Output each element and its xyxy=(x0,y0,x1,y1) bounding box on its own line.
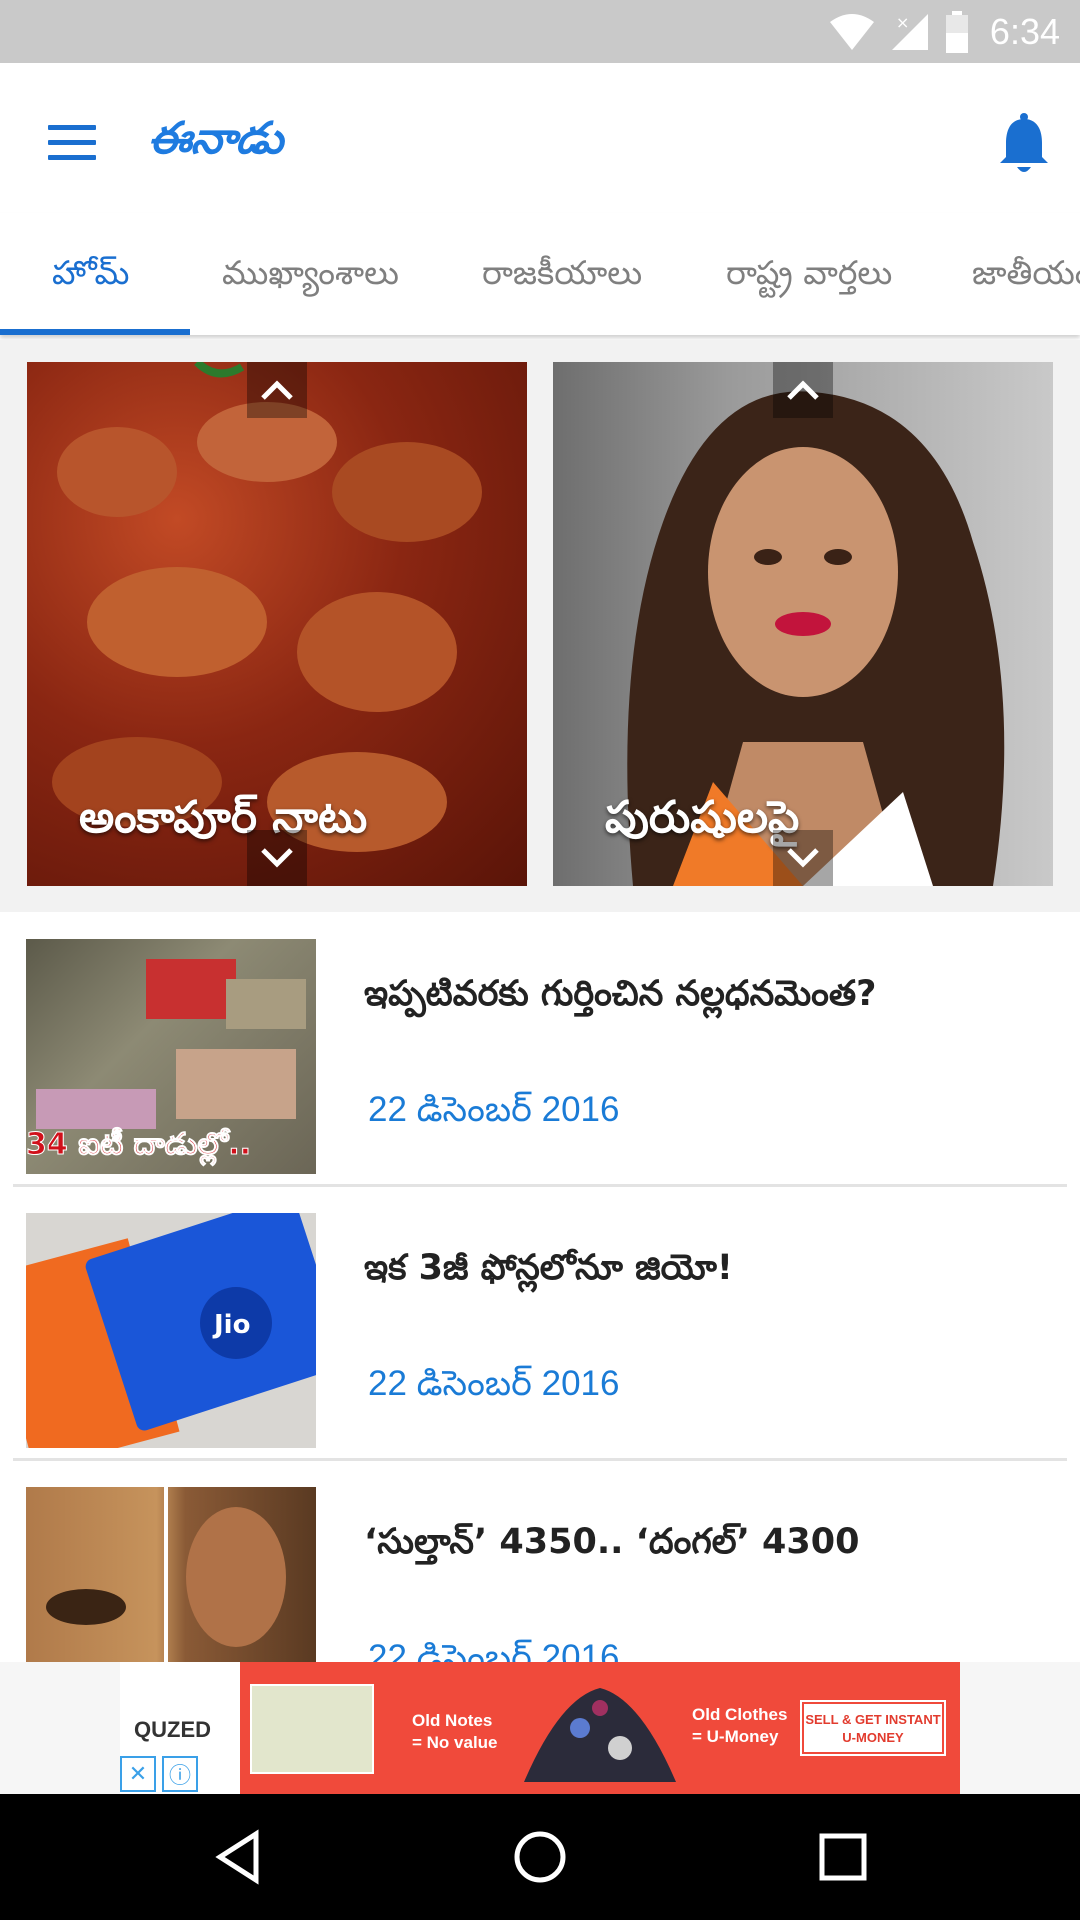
recents-button[interactable] xyxy=(810,1824,876,1890)
featured-card[interactable]: పురుషులపై xyxy=(553,362,1053,886)
scroll-up-button[interactable] xyxy=(773,362,833,418)
article-date: 22 డిసెంబర్ 2016 xyxy=(368,1090,620,1129)
recents-icon xyxy=(819,1833,867,1881)
menu-icon-line xyxy=(48,140,96,145)
app-logo: ఈనాడు xyxy=(148,113,283,164)
ad-info-button[interactable]: ⓘ xyxy=(162,1756,198,1792)
menu-icon xyxy=(48,125,96,130)
tab-politics[interactable]: రాజకీయాలు xyxy=(482,253,642,300)
list-item[interactable]: Jio ఇక 3జీ ఫోన్లలోనూ జియో! 22 డిసెంబర్ 2… xyxy=(0,1186,1080,1460)
chevron-down-icon xyxy=(261,848,293,868)
status-icons: × 6:34 xyxy=(828,8,1060,56)
app-bar: ఈనాడు xyxy=(0,63,1080,213)
featured-card-title: పురుషులపై xyxy=(605,792,800,843)
list-item[interactable]: 34 ఐటీ దాడుల్లో.. ఇప్పటివరకు గుర్తించిన … xyxy=(0,912,1080,1186)
ad-cta-button[interactable]: SELL & GET INSTANT U-MONEY xyxy=(800,1700,946,1756)
tab-home[interactable]: హోమ్ xyxy=(52,253,129,300)
menu-button[interactable] xyxy=(36,113,110,173)
back-button[interactable] xyxy=(204,1824,270,1890)
tab-state-news[interactable]: రాష్ట్ర వార్తలు xyxy=(726,253,892,300)
article-thumbnail xyxy=(26,1487,316,1662)
featured-card-title: అంకాపూర్ నాటు xyxy=(79,792,368,843)
banknotes-image xyxy=(250,1684,374,1774)
featured-section: అంకాపూర్ నాటు పురుషులపై xyxy=(0,340,1080,912)
jio-cards-image: Jio xyxy=(26,1213,316,1448)
ad-banner[interactable]: QUZED ✕ ⓘ Old Notes = No value Old Cloth… xyxy=(0,1662,1080,1794)
status-bar: × 6:34 xyxy=(0,0,1080,63)
system-nav-bar xyxy=(0,1794,1080,1920)
menu-icon-line xyxy=(48,155,96,160)
wifi-icon xyxy=(829,14,874,50)
home-icon xyxy=(514,1831,566,1883)
ad-text-notes: Old Notes = No value xyxy=(412,1711,498,1752)
article-thumbnail: Jio xyxy=(26,1213,316,1448)
svg-text:×: × xyxy=(896,13,909,32)
back-icon xyxy=(215,1829,259,1885)
article-date: 22 డిసెంబర్ 2016 xyxy=(368,1364,620,1403)
article-thumbnail: 34 ఐటీ దాడుల్లో.. xyxy=(26,939,316,1174)
scroll-up-button[interactable] xyxy=(247,362,307,418)
ad-brand: QUZED xyxy=(134,1717,211,1742)
movie-posters-image xyxy=(46,1487,286,1662)
signal-icon: × xyxy=(891,13,928,50)
scroll-down-button[interactable] xyxy=(247,830,307,886)
article-headline: ‘సుల్తాన్’ 4350.. ‘దంగల్’ 4300 xyxy=(364,1522,860,1562)
article-headline: ఇప్పటివరకు గుర్తించిన నల్లధనమెంత? xyxy=(364,974,877,1014)
tab-indicator xyxy=(0,329,190,335)
featured-card[interactable]: అంకాపూర్ నాటు xyxy=(27,362,527,886)
category-tabs: హోమ్ ముఖ్యాంశాలు రాజకీయాలు రాష్ట్ర వార్త… xyxy=(0,213,1080,335)
home-button[interactable] xyxy=(507,1824,573,1890)
chevron-down-icon xyxy=(787,848,819,868)
tab-headlines[interactable]: ముఖ్యాంశాలు xyxy=(222,253,399,300)
battery-icon xyxy=(945,11,968,53)
ad-creative[interactable]: Old Notes = No value Old Clothes = U-Mon… xyxy=(240,1662,960,1794)
tab-national[interactable]: జాతీయం xyxy=(972,253,1080,300)
bell-icon xyxy=(1000,113,1048,172)
notifications-button[interactable] xyxy=(994,109,1054,179)
status-time: 6:34 xyxy=(989,11,1060,52)
thumbnail-caption: 34 ఐటీ దాడుల్లో.. xyxy=(26,1127,252,1163)
chevron-up-icon xyxy=(787,380,819,400)
article-headline: ఇక 3జీ ఫోన్లలోనూ జియో! xyxy=(364,1248,733,1288)
ad-close-button[interactable]: ✕ xyxy=(120,1756,156,1792)
clothes-pile-image xyxy=(524,1688,676,1782)
ad-controls: ✕ ⓘ xyxy=(120,1756,200,1794)
svg-text:Jio: Jio xyxy=(212,1310,250,1340)
chevron-up-icon xyxy=(261,380,293,400)
scroll-down-button[interactable] xyxy=(773,830,833,886)
ad-text-clothes: Old Clothes = U-Money xyxy=(692,1705,788,1746)
